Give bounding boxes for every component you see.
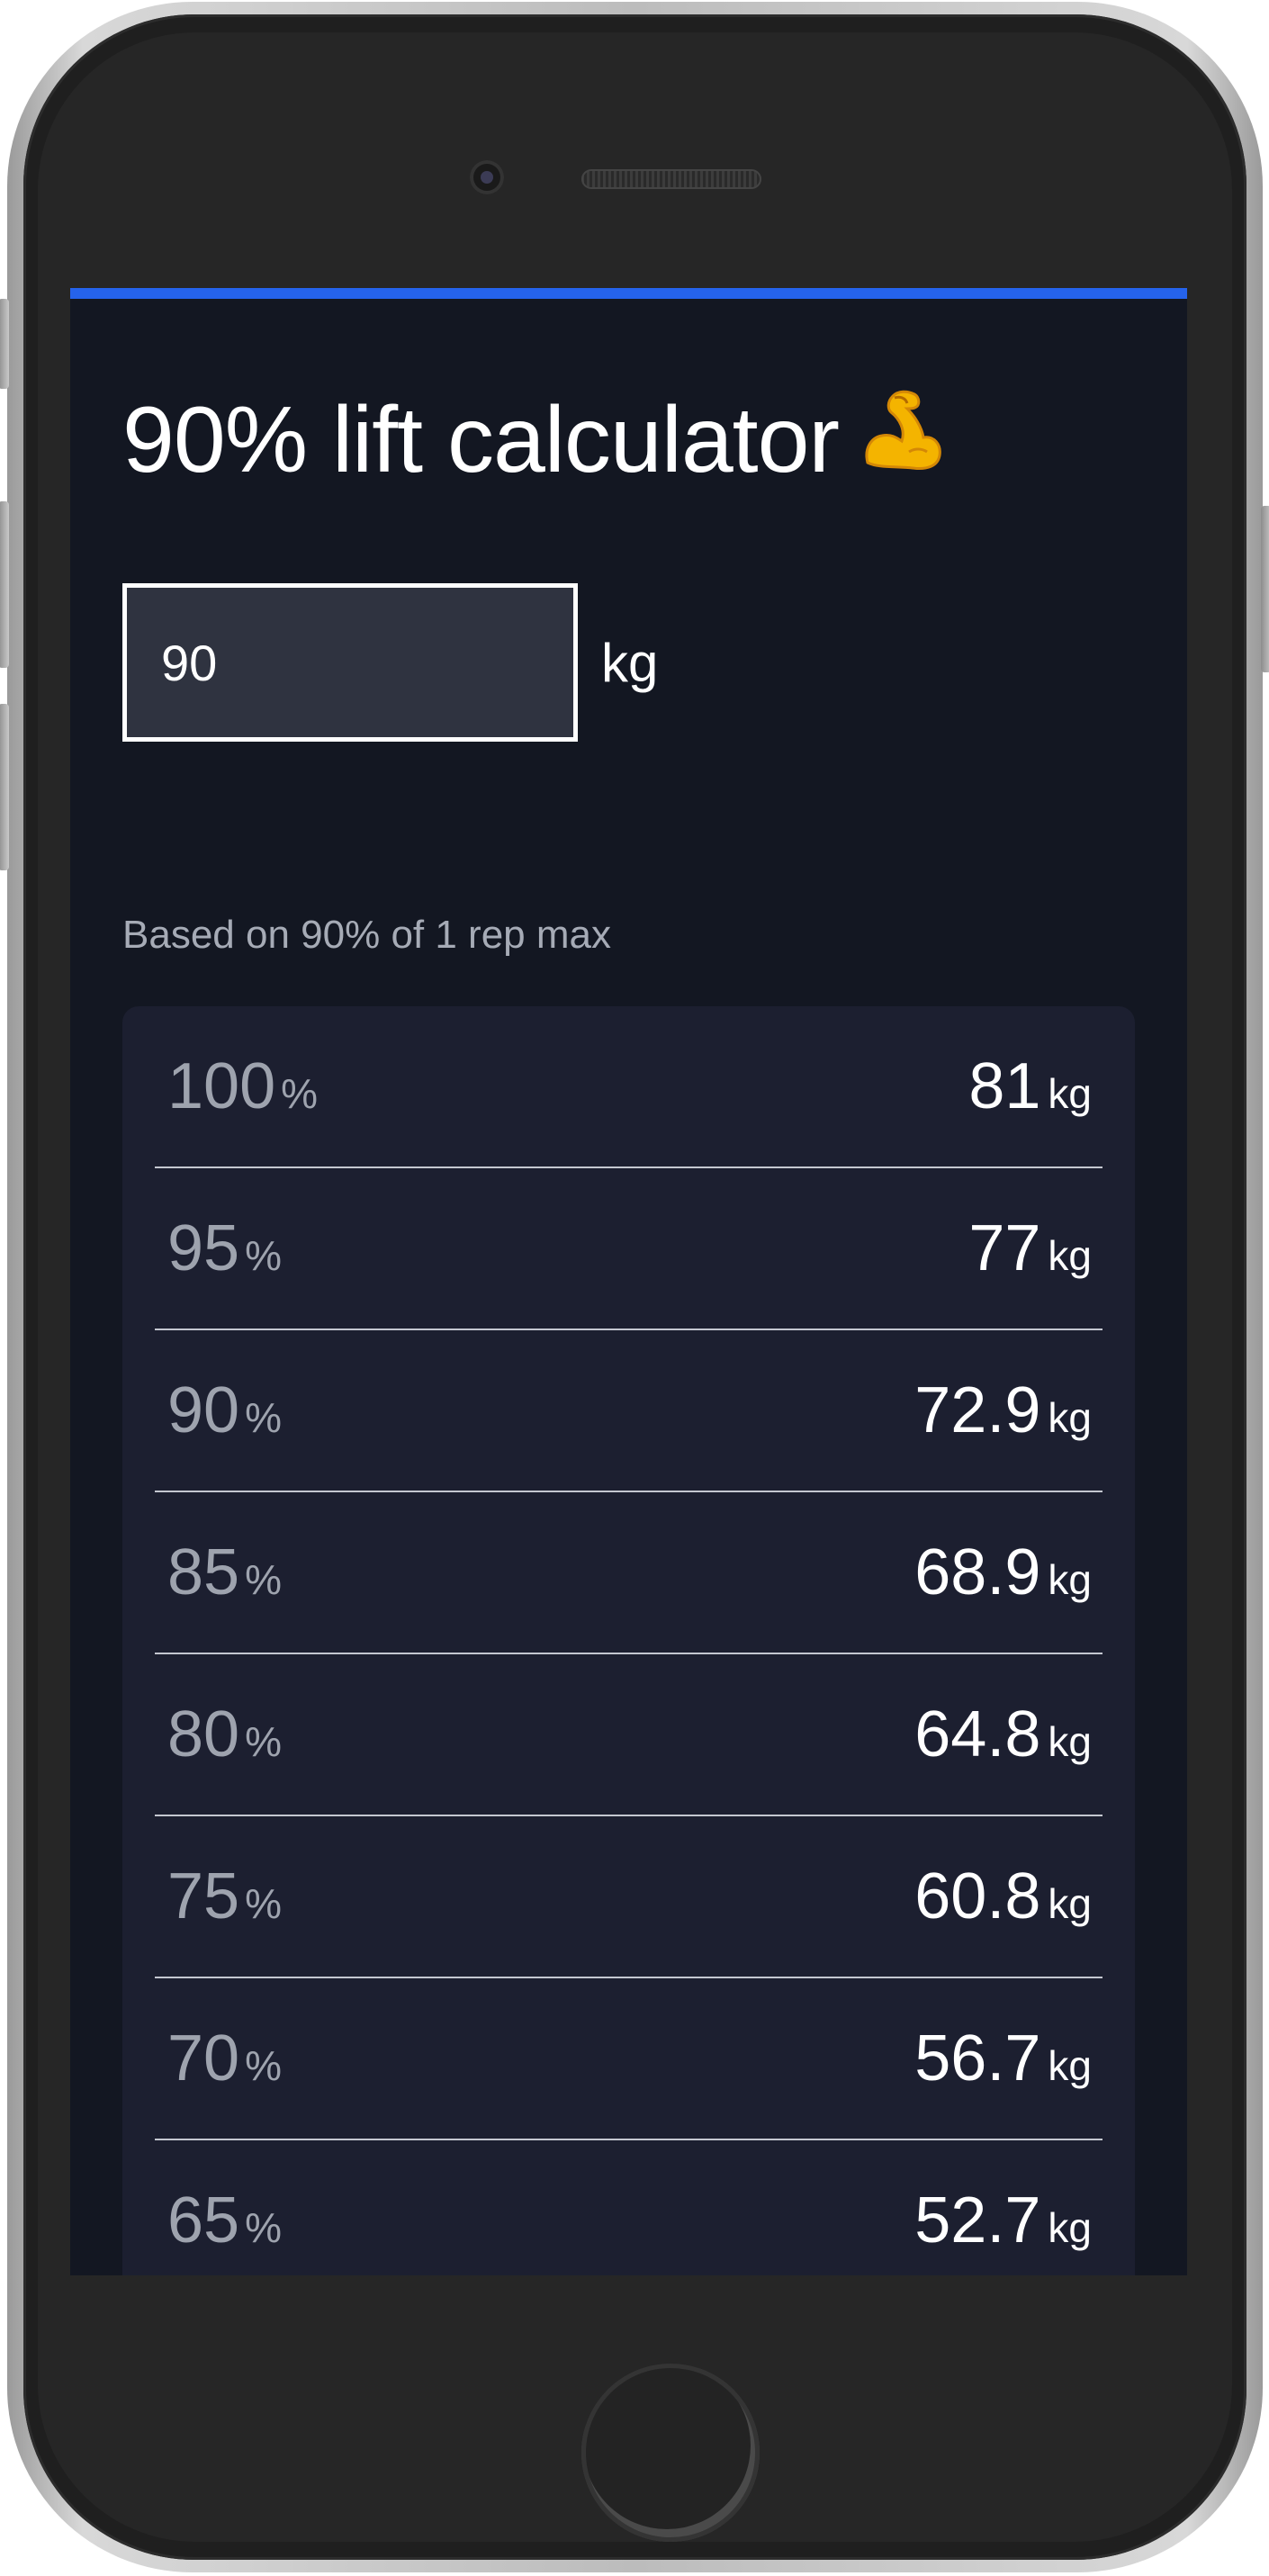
weight-unit: kg xyxy=(1048,2204,1092,2251)
percent-value: 90 xyxy=(167,1374,240,1446)
weight-unit: kg xyxy=(1048,1880,1092,1927)
one-rep-max-input[interactable] xyxy=(122,583,578,742)
percent-symbol: % xyxy=(245,2204,282,2251)
percent-value: 80 xyxy=(167,1698,240,1770)
weight-unit: kg xyxy=(1048,1232,1092,1279)
percentage-table: 100% 81 kg 95% 77 kg 90% 72.9 kg 85% 68.9 kg… xyxy=(122,1006,1135,2275)
volume-down-button xyxy=(0,704,9,870)
home-button[interactable] xyxy=(581,2364,760,2542)
app-screen: 90% lift calculator kg Based on 90% of 1… xyxy=(70,288,1187,2275)
weight-value: 81 xyxy=(968,1050,1041,1122)
table-row: 90% 72.9 kg xyxy=(155,1330,1102,1492)
percent-symbol: % xyxy=(245,2042,282,2089)
page-title-text: 90% lift calculator xyxy=(122,388,840,492)
page-title: 90% lift calculator xyxy=(122,385,945,494)
weight-value: 60.8 xyxy=(914,1860,1041,1932)
weight-cell: 77 kg xyxy=(968,1211,1092,1285)
percent-cell: 100% xyxy=(167,1049,318,1123)
weight-unit: kg xyxy=(1048,1556,1092,1603)
weight-unit: kg xyxy=(1048,1394,1092,1441)
weight-cell: 72.9 kg xyxy=(914,1374,1092,1447)
weight-value: 68.9 xyxy=(914,1536,1041,1608)
percent-cell: 85% xyxy=(167,1536,282,1609)
percent-symbol: % xyxy=(245,1880,282,1927)
percent-symbol: % xyxy=(245,1556,282,1603)
weight-unit: kg xyxy=(1048,1718,1092,1765)
weight-cell: 52.7 kg xyxy=(914,2184,1092,2257)
input-unit-label: kg xyxy=(601,632,659,693)
percent-value: 65 xyxy=(167,2184,240,2256)
percent-symbol: % xyxy=(281,1070,319,1117)
weight-unit: kg xyxy=(1048,1070,1092,1117)
flexed-biceps-icon xyxy=(855,385,945,475)
power-button xyxy=(1261,506,1269,672)
percent-symbol: % xyxy=(245,1718,282,1765)
weight-value: 56.7 xyxy=(914,2022,1041,2094)
table-row: 85% 68.9 kg xyxy=(155,1492,1102,1654)
weight-cell: 68.9 kg xyxy=(914,1536,1092,1609)
percent-cell: 70% xyxy=(167,2022,282,2095)
percent-cell: 75% xyxy=(167,1860,282,1933)
table-row: 80% 64.8 kg xyxy=(155,1654,1102,1816)
weight-value: 64.8 xyxy=(914,1698,1041,1770)
percent-cell: 90% xyxy=(167,1374,282,1447)
table-row: 100% 81 kg xyxy=(155,1006,1102,1168)
percent-symbol: % xyxy=(245,1232,282,1279)
weight-input-row: kg xyxy=(122,583,658,742)
percent-cell: 80% xyxy=(167,1698,282,1771)
weight-value: 77 xyxy=(968,1212,1041,1284)
table-row: 75% 60.8 kg xyxy=(155,1816,1102,1978)
weight-cell: 64.8 kg xyxy=(914,1698,1092,1771)
accent-bar xyxy=(70,288,1187,299)
weight-value: 52.7 xyxy=(914,2184,1041,2256)
table-caption: Based on 90% of 1 rep max xyxy=(122,913,611,957)
percent-cell: 65% xyxy=(167,2184,282,2257)
front-camera xyxy=(470,160,504,194)
weight-cell: 60.8 kg xyxy=(914,1860,1092,1933)
percent-value: 85 xyxy=(167,1536,240,1608)
volume-up-button xyxy=(0,501,9,668)
percent-cell: 95% xyxy=(167,1211,282,1285)
weight-cell: 81 kg xyxy=(968,1049,1092,1123)
percent-symbol: % xyxy=(245,1394,282,1441)
table-row: 95% 77 kg xyxy=(155,1168,1102,1330)
percent-value: 70 xyxy=(167,2022,240,2094)
weight-cell: 56.7 kg xyxy=(914,2022,1092,2095)
mute-switch xyxy=(0,299,9,389)
table-row: 65% 52.7 kg xyxy=(155,2140,1102,2275)
weight-unit: kg xyxy=(1048,2042,1092,2089)
percent-value: 100 xyxy=(167,1050,276,1122)
table-row: 70% 56.7 kg xyxy=(155,1978,1102,2140)
percent-value: 95 xyxy=(167,1212,240,1284)
earpiece-speaker xyxy=(581,169,761,189)
weight-value: 72.9 xyxy=(914,1374,1041,1446)
percent-value: 75 xyxy=(167,1860,240,1932)
